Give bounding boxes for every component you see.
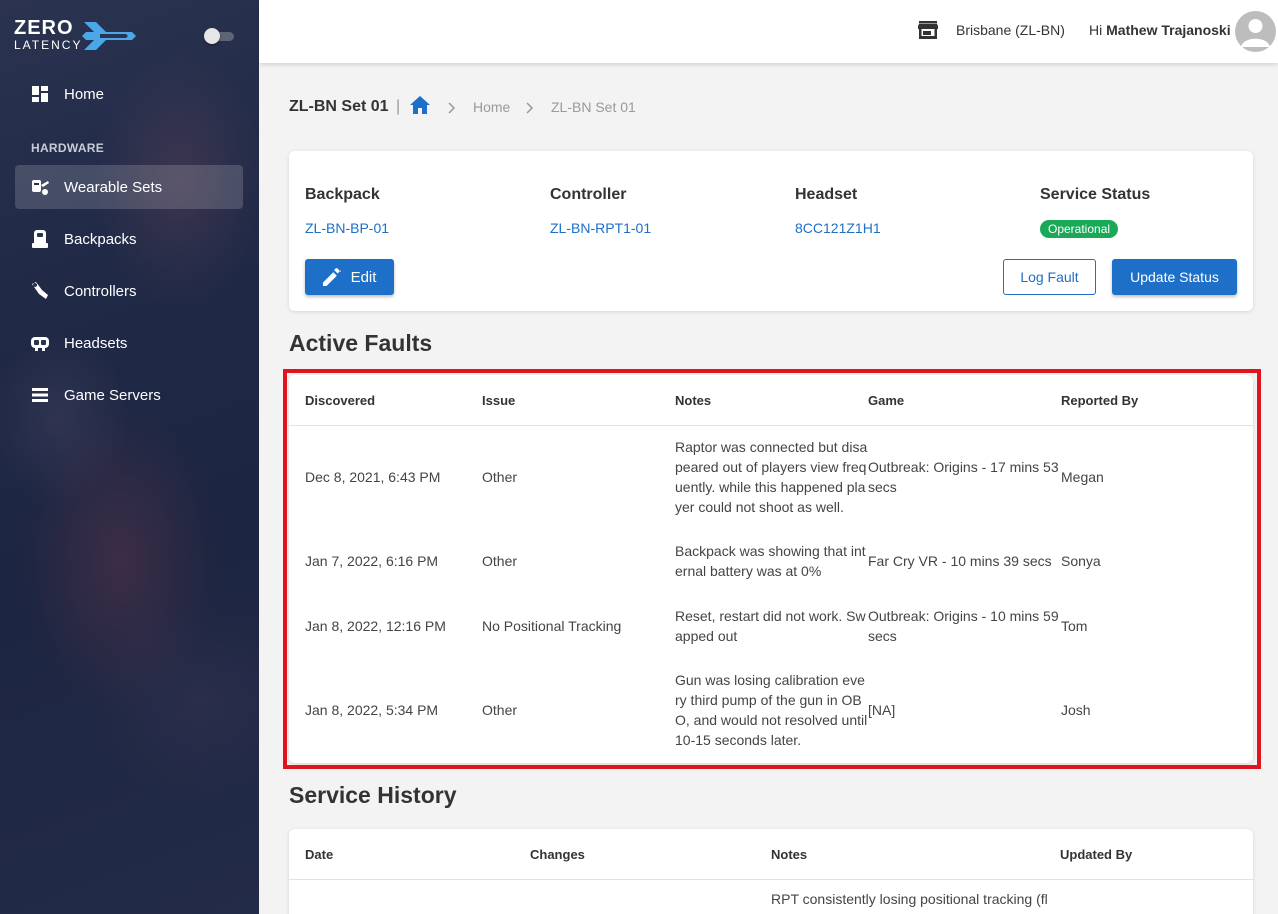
sidebar-item-label: Home	[64, 85, 105, 103]
controller-icon	[30, 281, 50, 301]
cell-issue: No Positional Tracking	[482, 618, 622, 634]
page-title: ZL-BN Set 01	[289, 98, 389, 115]
service-history-table: Date Changes Notes Updated By RPT consis…	[289, 829, 1253, 914]
sidebar-section-hardware: HARDWARE	[31, 141, 105, 155]
sidebar-item-controllers[interactable]: Controllers	[15, 269, 243, 313]
cell-game: Outbreak: Origins - 10 mins 59 secs	[868, 608, 1059, 644]
backpack-icon	[30, 229, 50, 249]
table-row[interactable]: Dec 8, 2021, 6:43 PM Other Raptor was co…	[289, 437, 1253, 517]
column-header-game[interactable]: Game	[868, 393, 904, 408]
wearable-sets-icon	[30, 177, 50, 197]
headset-icon	[30, 333, 50, 353]
cell-issue: Other	[482, 469, 518, 485]
jet-icon	[82, 22, 136, 50]
logo-text-secondary: LATENCY	[14, 38, 83, 52]
dashboard-icon	[30, 84, 50, 104]
active-faults-heading: Active Faults	[289, 330, 433, 356]
home-icon[interactable]	[410, 96, 430, 119]
column-header-notes[interactable]: Notes	[675, 393, 711, 408]
table-row[interactable]: Jan 8, 2022, 12:16 PM No Positional Trac…	[289, 606, 1253, 646]
user-name: Mathew Trajanoski	[1106, 22, 1231, 38]
sidebar-item-label: Wearable Sets	[64, 178, 163, 196]
sidebar-item-label: Game Servers	[64, 386, 161, 404]
breadcrumb-separator: |	[396, 98, 401, 115]
greeting-prefix: Hi	[1089, 22, 1103, 38]
column-header-notes[interactable]: Notes	[771, 847, 807, 862]
status-badge: Operational	[1040, 220, 1119, 238]
cell-game: Outbreak: Origins - 17 mins 53 secs	[868, 459, 1059, 495]
controller-link[interactable]: ZL-BN-RPT1-01	[550, 220, 651, 236]
cell-notes: Gun was losing calibration every third p…	[675, 672, 868, 748]
cell-reported-by: Megan	[1061, 469, 1104, 485]
headset-heading: Headset	[795, 186, 858, 203]
cell-notes: Raptor was connected but disapeared out …	[675, 439, 868, 515]
sidebar: ZERO LATENCY Home HARDWARE Wearable Sets…	[0, 0, 259, 914]
sidebar-item-home[interactable]: Home	[15, 72, 243, 116]
column-header-reported-by[interactable]: Reported By	[1061, 393, 1138, 408]
theme-toggle[interactable]	[204, 28, 234, 44]
sidebar-item-label: Backpacks	[64, 230, 137, 248]
table-row[interactable]: RPT consistently losing positional track…	[289, 889, 1253, 914]
table-row[interactable]: Jan 8, 2022, 5:34 PM Other Gun was losin…	[289, 670, 1253, 750]
column-header-changes[interactable]: Changes	[530, 847, 585, 862]
cell-discovered: Dec 8, 2021, 6:43 PM	[305, 469, 441, 485]
cell-notes: Reset, restart did not work. Swapped out	[675, 608, 866, 644]
column-header-issue[interactable]: Issue	[482, 393, 515, 408]
zero-latency-logo[interactable]: ZERO LATENCY	[14, 18, 136, 54]
cell-issue: Other	[482, 553, 518, 569]
backpack-link[interactable]: ZL-BN-BP-01	[305, 220, 389, 236]
header-divider	[289, 425, 1253, 426]
cell-issue: Other	[482, 702, 518, 718]
cell-game: Far Cry VR - 10 mins 39 secs	[868, 553, 1052, 569]
sidebar-item-label: Controllers	[64, 282, 137, 300]
column-header-date[interactable]: Date	[305, 847, 333, 862]
sidebar-item-game-servers[interactable]: Game Servers	[15, 373, 243, 417]
cell-notes: RPT consistently losing positional track…	[771, 891, 1048, 907]
table-row[interactable]: Jan 7, 2022, 6:16 PM Other Backpack was …	[289, 541, 1253, 581]
cell-discovered: Jan 8, 2022, 5:34 PM	[305, 702, 439, 718]
breadcrumb-current: ZL-BN Set 01	[551, 99, 636, 115]
store-icon[interactable]	[918, 21, 938, 44]
sidebar-item-wearable-sets[interactable]: Wearable Sets	[15, 165, 243, 209]
chevron-right-icon	[447, 101, 457, 119]
cell-discovered: Jan 7, 2022, 6:16 PM	[305, 553, 439, 569]
edit-button[interactable]: Edit	[305, 259, 394, 295]
header-divider	[289, 879, 1253, 880]
logo-text-primary: ZERO	[14, 17, 74, 39]
user-greeting: Hi Mathew Trajanoski	[1089, 22, 1231, 38]
cell-reported-by: Tom	[1061, 618, 1088, 634]
cell-reported-by: Sonya	[1061, 553, 1101, 569]
cell-reported-by: Josh	[1061, 702, 1091, 718]
headset-link[interactable]: 8CC121Z1H1	[795, 220, 881, 236]
log-fault-button[interactable]: Log Fault	[1003, 259, 1096, 295]
service-status-heading: Service Status	[1040, 186, 1151, 203]
sidebar-item-label: Headsets	[64, 334, 128, 352]
edit-button-label: Edit	[350, 268, 377, 286]
backpack-heading: Backpack	[305, 186, 380, 203]
pencil-icon	[322, 268, 341, 286]
service-history-heading: Service History	[289, 782, 457, 808]
cell-game: [NA]	[868, 702, 896, 718]
breadcrumb-home[interactable]: Home	[473, 99, 510, 115]
wearable-set-summary-card: Backpack ZL-BN-BP-01 Controller ZL-BN-RP…	[289, 151, 1253, 311]
column-header-updated-by[interactable]: Updated By	[1060, 847, 1132, 862]
sidebar-item-headsets[interactable]: Headsets	[15, 321, 243, 365]
cell-discovered: Jan 8, 2022, 12:16 PM	[305, 618, 446, 634]
server-icon	[30, 385, 50, 405]
sidebar-item-backpacks[interactable]: Backpacks	[15, 217, 243, 261]
location-label[interactable]: Brisbane (ZL-BN)	[956, 22, 1065, 38]
toggle-knob	[204, 28, 220, 44]
top-bar: Brisbane (ZL-BN) Hi Mathew Trajanoski	[259, 0, 1278, 63]
avatar[interactable]	[1235, 11, 1276, 52]
cell-notes: Backpack was showing that internal batte…	[675, 543, 866, 579]
column-header-discovered[interactable]: Discovered	[305, 393, 375, 408]
chevron-right-icon	[525, 101, 535, 119]
update-status-button[interactable]: Update Status	[1112, 259, 1237, 295]
controller-heading: Controller	[550, 186, 627, 203]
active-faults-table: Discovered Issue Notes Game Reported By …	[289, 375, 1253, 763]
